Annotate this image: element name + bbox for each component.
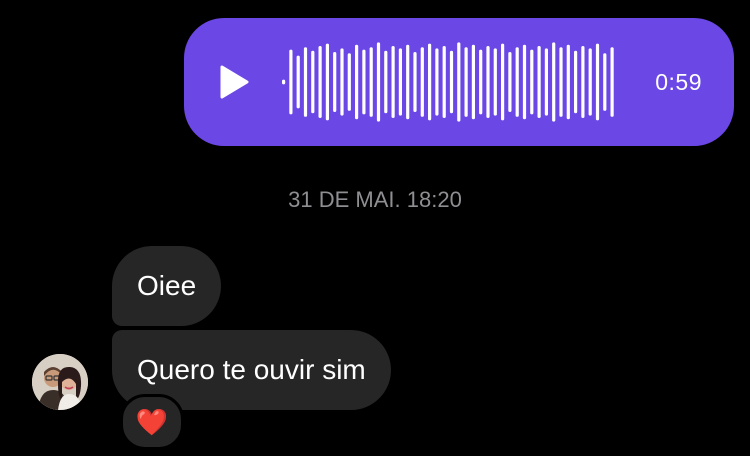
waveform-bar (413, 52, 417, 112)
waveform-bar (311, 50, 315, 114)
waveform-bar (610, 47, 614, 117)
heart-icon: ❤️ (135, 406, 169, 437)
waveform-bar (457, 42, 461, 122)
avatar-photo (32, 354, 88, 410)
heart-reaction[interactable]: ❤️ (120, 394, 184, 450)
waveform-bar (486, 46, 490, 118)
waveform-bar (376, 42, 381, 122)
audio-waveform[interactable] (280, 18, 625, 146)
waveform-bar (464, 47, 468, 117)
waveform-bar (581, 46, 585, 118)
message-text: Quero te ouvir sim (137, 354, 366, 385)
message-timestamp: 31 DE MAI. 18:20 (288, 187, 462, 212)
waveform-bar (537, 46, 541, 118)
waveform-bar (347, 53, 351, 111)
chat-thread: 0:59 31 DE MAI. 18:20 Oiee Quero te ouvi… (0, 0, 750, 456)
waveform-bar (603, 53, 607, 111)
waveform-bar (566, 44, 570, 120)
waveform-bar (428, 43, 432, 121)
waveform-bar (369, 47, 373, 117)
waveform-bar (420, 47, 424, 117)
waveform-bar (318, 46, 322, 118)
waveform-bar (522, 44, 527, 120)
waveform-bar (282, 79, 286, 85)
waveform-bar (595, 43, 600, 121)
waveform-bar (384, 50, 388, 114)
play-button[interactable] (214, 62, 254, 102)
waveform-bar (552, 42, 556, 122)
waveform-bar (435, 48, 439, 116)
avatar[interactable] (32, 354, 88, 410)
waveform-bar (471, 44, 475, 120)
play-icon (220, 65, 249, 99)
waveform-bar (398, 48, 402, 116)
waveform-bar (325, 43, 329, 121)
waveform-bar (355, 44, 359, 120)
waveform-bar (333, 52, 337, 112)
voice-message-bubble[interactable]: 0:59 (184, 18, 734, 146)
waveform-bar (501, 43, 505, 121)
waveform-bar (289, 49, 293, 115)
voice-duration: 0:59 (655, 69, 702, 95)
waveform-bar (340, 48, 344, 116)
waveform-bar (449, 50, 454, 114)
waveform-bar (406, 44, 410, 120)
waveform-bar (493, 48, 497, 116)
waveform-bar (303, 47, 308, 117)
waveform-bar (574, 50, 578, 114)
waveform-bar (362, 49, 366, 115)
waveform-bar (515, 47, 519, 117)
message-text: Oiee (137, 270, 197, 301)
incoming-message[interactable]: Oiee (112, 246, 222, 326)
waveform-bar (479, 49, 483, 115)
waveform-bar (296, 55, 300, 109)
waveform-bar (391, 46, 395, 118)
waveform-bar (442, 46, 446, 118)
waveform-bar (588, 48, 592, 116)
waveform-bar (530, 49, 534, 115)
waveform-bar (508, 52, 512, 112)
waveform-bar (559, 47, 563, 117)
waveform-bar (544, 48, 548, 116)
